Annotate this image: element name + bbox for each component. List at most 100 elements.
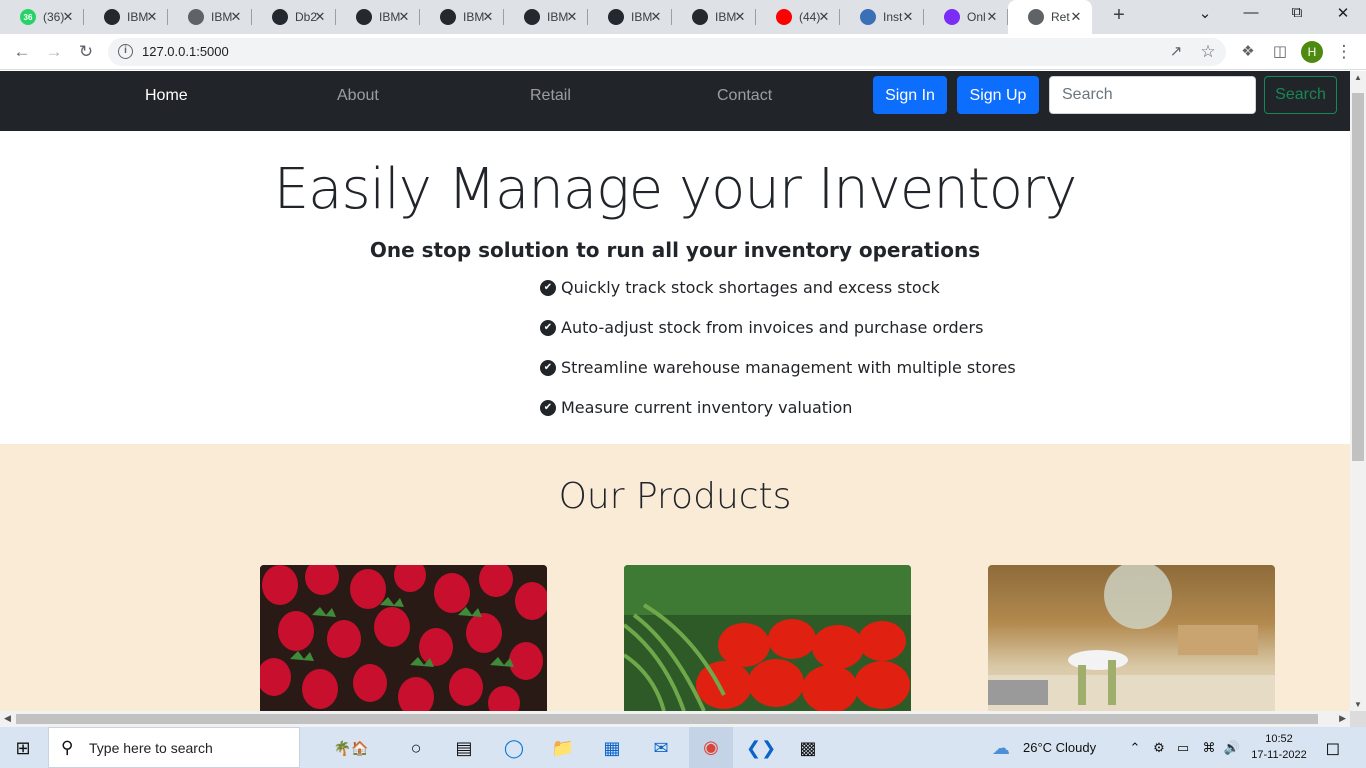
minimize-button[interactable]: — [1239, 4, 1263, 21]
reload-icon[interactable]: ↻ [74, 40, 98, 64]
feature-item: ✔ Measure current inventory valuation [540, 398, 1040, 438]
browser-tab[interactable]: IBM ✕ [168, 0, 252, 34]
vertical-scroll-thumb[interactable] [1352, 93, 1364, 461]
mail-icon[interactable]: ✉ [648, 735, 674, 761]
close-tab-icon[interactable]: ✕ [228, 9, 244, 25]
volume-icon[interactable]: 🔊 [1219, 735, 1245, 761]
vscode-icon[interactable]: ❮❯ [746, 735, 776, 761]
browser-tab[interactable]: 36 (36) ✕ [0, 0, 84, 34]
windows-start-icon[interactable]: ⊞ [10, 735, 36, 761]
close-tab-icon[interactable]: ✕ [984, 9, 1000, 25]
browser-tab[interactable]: IBM ✕ [420, 0, 504, 34]
github-icon [356, 9, 372, 25]
close-tab-icon[interactable]: ✕ [816, 9, 832, 25]
kitchen-image[interactable] [988, 565, 1275, 711]
browser-tab[interactable]: Db2 ✕ [252, 0, 336, 34]
address-bar[interactable]: i 127.0.0.1:5000 [108, 38, 1226, 66]
browser-tab[interactable]: Inst ✕ [840, 0, 924, 34]
scroll-up-icon[interactable]: ▲ [1354, 73, 1362, 82]
hero-title: Easily Manage your Inventory [273, 157, 1077, 222]
extensions-icon[interactable]: ❖ [1236, 40, 1260, 64]
task-view-icon[interactable]: ▤ [451, 735, 477, 761]
close-tab-icon[interactable]: ✕ [144, 9, 160, 25]
back-icon[interactable]: ← [10, 40, 34, 64]
system-clock[interactable]: 10:52 17-11-2022 [1250, 731, 1308, 763]
weather-text[interactable]: 26°C Cloudy [1023, 740, 1096, 755]
close-tab-icon[interactable]: ✕ [732, 9, 748, 25]
close-tab-icon[interactable]: ✕ [312, 9, 328, 25]
github-icon [524, 9, 540, 25]
browser-tab[interactable]: IBM ✕ [588, 0, 672, 34]
check-circle-icon: ✔ [540, 400, 556, 416]
search-input[interactable] [1049, 76, 1256, 114]
store-icon[interactable]: ▦ [599, 735, 625, 761]
products-section: Our Products [0, 444, 1350, 711]
chrome-icon[interactable]: ◉ [689, 727, 733, 768]
strawberries-image[interactable] [260, 565, 547, 711]
browser-tab[interactable]: IBM ✕ [672, 0, 756, 34]
restore-button[interactable]: ⧉ [1285, 4, 1309, 21]
scrollbar-corner [1350, 711, 1366, 727]
tray-chevron-up-icon[interactable]: ⌃ [1122, 735, 1148, 761]
tomatoes-image[interactable] [624, 565, 911, 711]
forward-icon[interactable]: → [42, 40, 66, 64]
profile-avatar[interactable]: H [1301, 41, 1323, 63]
github-icon [104, 9, 120, 25]
vertical-scrollbar[interactable]: ▲ ▼ [1350, 71, 1366, 711]
youtube-icon [776, 9, 792, 25]
scroll-right-icon[interactable]: ▶ [1339, 713, 1346, 724]
check-circle-icon: ✔ [540, 280, 556, 296]
scroll-down-icon[interactable]: ▼ [1354, 700, 1362, 709]
close-tab-icon[interactable]: ✕ [900, 9, 916, 25]
close-tab-icon[interactable]: ✕ [1068, 9, 1084, 25]
close-tab-icon[interactable]: ✕ [480, 9, 496, 25]
tab-search-icon[interactable]: ⌄ [1193, 4, 1217, 22]
notifications-icon[interactable]: ◻ [1320, 735, 1346, 761]
db2-icon [272, 9, 288, 25]
new-tab-button[interactable]: + [1108, 4, 1130, 27]
search-highlight-icon[interactable]: 🌴🏠 [312, 735, 390, 761]
share-icon[interactable]: ↗ [1164, 40, 1188, 64]
browser-tab[interactable]: Ret ✕ [1008, 0, 1092, 34]
browser-tab[interactable]: Onl ✕ [924, 0, 1008, 34]
feature-item: ✔ Streamline warehouse management with mu… [540, 358, 1040, 398]
browser-tab[interactable]: IBM ✕ [504, 0, 588, 34]
close-tab-icon[interactable]: ✕ [648, 9, 664, 25]
menu-kebab-icon[interactable]: ⋮ [1332, 40, 1356, 64]
horizontal-scrollbar[interactable]: ◀ ▶ [0, 711, 1350, 727]
browser-tab[interactable]: IBM ✕ [84, 0, 168, 34]
taskbar-search[interactable]: ⚲ Type here to search [48, 727, 300, 768]
nav-link-home[interactable]: Home [145, 87, 188, 105]
scroll-left-icon[interactable]: ◀ [4, 713, 11, 724]
close-tab-icon[interactable]: ✕ [60, 9, 76, 25]
browser-tab[interactable]: (44) ✕ [756, 0, 840, 34]
windows-taskbar: ⊞ ⚲ Type here to search 🌴🏠 ○ ▤ ◯ 📁 ▦ ✉ ◉… [0, 727, 1366, 768]
nav-link-contact[interactable]: Contact [717, 87, 772, 105]
search-icon: ⚲ [61, 738, 74, 757]
cortana-icon[interactable]: ○ [403, 735, 429, 761]
side-panel-icon[interactable]: ◫ [1268, 40, 1292, 64]
url-text: 127.0.0.1:5000 [142, 44, 229, 59]
nav-link-about[interactable]: About [337, 87, 379, 105]
check-circle-icon: ✔ [540, 360, 556, 376]
network-status-icon[interactable]: ⚙ [1146, 735, 1172, 761]
globe-icon [188, 9, 204, 25]
battery-icon[interactable]: ▭ [1170, 735, 1196, 761]
file-explorer-icon[interactable]: 📁 [550, 735, 576, 761]
sign-up-button[interactable]: Sign Up [957, 76, 1039, 114]
horizontal-scroll-thumb[interactable] [16, 714, 1318, 724]
browser-tab[interactable]: IBM ✕ [336, 0, 420, 34]
weather-cloud-icon[interactable]: ☁ [988, 735, 1014, 761]
bookmark-star-icon[interactable]: ☆ [1196, 40, 1220, 64]
close-tab-icon[interactable]: ✕ [396, 9, 412, 25]
close-window-button[interactable]: ✕ [1331, 4, 1355, 22]
edge-icon[interactable]: ◯ [501, 735, 527, 761]
close-tab-icon[interactable]: ✕ [564, 9, 580, 25]
nav-link-retail[interactable]: Retail [530, 87, 571, 105]
search-button[interactable]: Search [1264, 76, 1337, 114]
github-icon [440, 9, 456, 25]
site-info-icon[interactable]: i [118, 44, 133, 59]
feature-item: ✔ Quickly track stock shortages and exces… [540, 278, 1040, 318]
sign-in-button[interactable]: Sign In [873, 76, 947, 114]
terminal-icon[interactable]: ▩ [795, 735, 821, 761]
